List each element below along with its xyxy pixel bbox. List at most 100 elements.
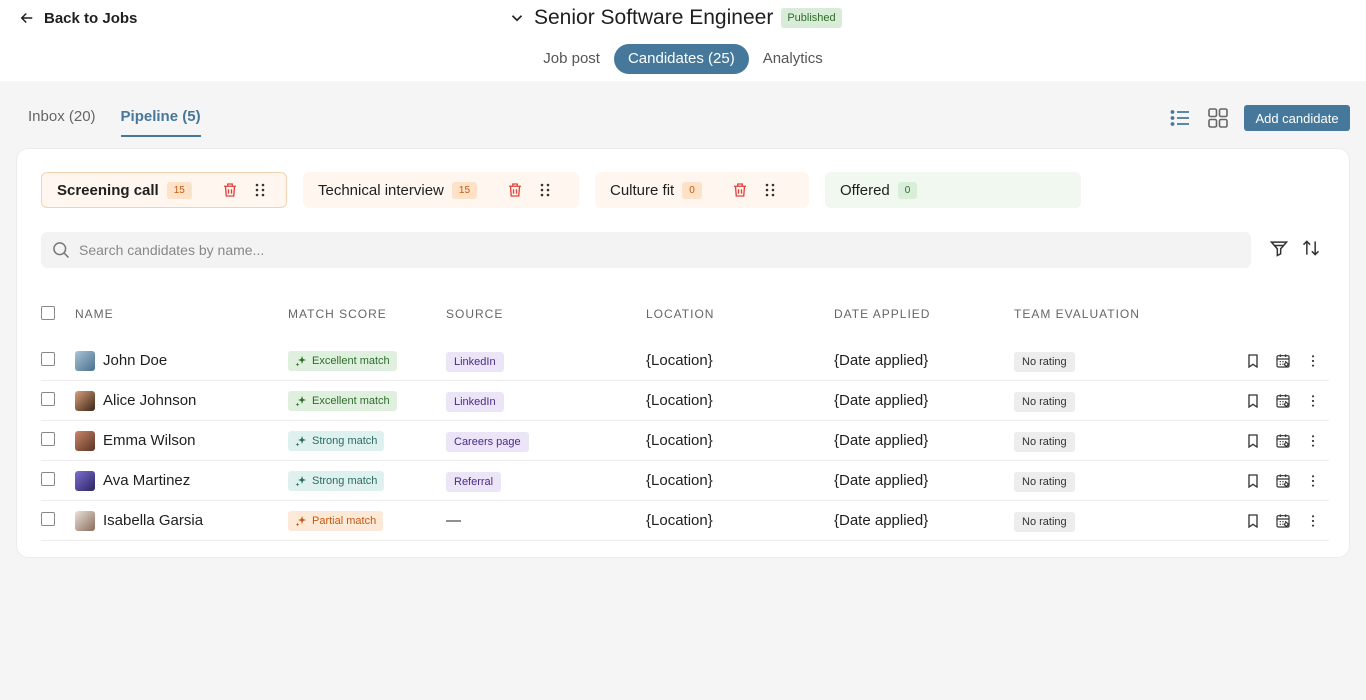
sort-icon[interactable] [1301, 238, 1321, 258]
table-row[interactable]: Alice Johnson Excellent match LinkedIn {… [41, 381, 1329, 421]
sparkle-icon [295, 475, 306, 486]
candidate-name[interactable]: Alice Johnson [103, 392, 196, 409]
candidate-name[interactable]: John Doe [103, 352, 167, 369]
trash-icon[interactable] [731, 181, 749, 199]
bookmark-icon[interactable] [1245, 353, 1261, 369]
back-to-jobs-link[interactable]: Back to Jobs [18, 9, 137, 27]
source-tag: LinkedIn [446, 352, 504, 372]
row-checkbox[interactable] [41, 511, 55, 526]
candidate-name[interactable]: Isabella Garsia [103, 512, 203, 529]
row-checkbox[interactable] [41, 431, 55, 446]
calendar-icon[interactable] [1275, 473, 1291, 489]
source-tag: Referral [446, 472, 502, 492]
pipeline-card: Screening call 15 Technical interview 15… [16, 148, 1350, 558]
date-applied-cell: {Date applied} [834, 472, 929, 489]
sparkle-icon [295, 395, 306, 406]
table-row[interactable]: Emma Wilson Strong match Careers page {L… [41, 421, 1329, 461]
list-view-icon[interactable] [1168, 106, 1192, 130]
source-tag: LinkedIn [446, 392, 504, 412]
grid-view-icon[interactable] [1206, 106, 1230, 130]
tab-inbox[interactable]: Inbox (20) [28, 108, 96, 137]
stage-offered[interactable]: Offered 0 [825, 172, 1081, 208]
stage-culture-fit[interactable]: Culture fit 0 [595, 172, 809, 208]
date-applied-cell: {Date applied} [834, 392, 929, 409]
select-all-checkbox[interactable] [41, 305, 55, 320]
row-checkbox[interactable] [41, 351, 55, 366]
column-header-source[interactable]: SOURCE [446, 307, 646, 321]
stage-screening-call[interactable]: Screening call 15 [41, 172, 287, 208]
top-tabs: Job post Candidates (25) Analytics [0, 44, 1366, 74]
more-options-icon[interactable] [1305, 353, 1321, 369]
sparkle-icon [295, 515, 306, 526]
rating-badge: No rating [1014, 392, 1075, 412]
calendar-icon[interactable] [1275, 393, 1291, 409]
row-checkbox[interactable] [41, 391, 55, 406]
stage-name: Culture fit [610, 181, 675, 199]
match-badge: Excellent match [288, 350, 397, 371]
add-candidate-button[interactable]: Add candidate [1244, 105, 1350, 131]
calendar-icon[interactable] [1275, 353, 1291, 369]
search-box [41, 232, 1251, 268]
table-row[interactable]: Isabella Garsia Partial match — {Locatio… [41, 501, 1329, 541]
more-options-icon[interactable] [1305, 393, 1321, 409]
calendar-icon[interactable] [1275, 433, 1291, 449]
source-tag: Careers page [446, 432, 529, 452]
match-badge: Strong match [288, 470, 385, 491]
location-cell: {Location} [646, 392, 713, 409]
filter-icon[interactable] [1269, 238, 1289, 258]
rating-badge: No rating [1014, 432, 1075, 452]
rating-badge: No rating [1014, 352, 1075, 372]
column-header-match-score[interactable]: MATCH SCORE [288, 307, 446, 321]
tab-job-post[interactable]: Job post [529, 44, 614, 74]
table-row[interactable]: Ava Martinez Strong match Referral {Loca… [41, 461, 1329, 501]
tab-pipeline[interactable]: Pipeline (5) [120, 108, 201, 137]
match-label: Partial match [312, 514, 377, 527]
match-badge: Partial match [288, 510, 384, 531]
search-icon [53, 242, 70, 259]
drag-handle-icon[interactable] [763, 182, 777, 198]
trash-icon[interactable] [221, 181, 239, 199]
rating-badge: No rating [1014, 472, 1075, 492]
sparkle-icon [295, 435, 306, 446]
location-cell: {Location} [646, 472, 713, 489]
column-header-name[interactable]: NAME [75, 307, 288, 321]
calendar-icon[interactable] [1275, 513, 1291, 529]
column-header-team-evaluation[interactable]: TEAM EVALUATION [1014, 307, 1234, 321]
candidate-name[interactable]: Ava Martinez [103, 472, 190, 489]
tab-candidates[interactable]: Candidates (25) [613, 44, 749, 74]
bookmark-icon[interactable] [1245, 513, 1261, 529]
more-options-icon[interactable] [1305, 433, 1321, 449]
column-header-date-applied[interactable]: DATE APPLIED [834, 307, 1014, 321]
date-applied-cell: {Date applied} [834, 432, 929, 449]
stage-name: Offered [840, 181, 890, 199]
bookmark-icon[interactable] [1245, 473, 1261, 489]
bookmark-icon[interactable] [1245, 393, 1261, 409]
match-label: Excellent match [312, 394, 390, 407]
search-input[interactable] [79, 242, 1179, 258]
candidate-name[interactable]: Emma Wilson [103, 432, 196, 449]
stage-technical-interview[interactable]: Technical interview 15 [303, 172, 579, 208]
row-checkbox[interactable] [41, 471, 55, 486]
match-label: Strong match [312, 434, 378, 447]
avatar [75, 390, 95, 411]
match-badge: Strong match [288, 430, 385, 451]
table-header: NAME MATCH SCORE SOURCE LOCATION DATE AP… [41, 299, 1329, 329]
bookmark-icon[interactable] [1245, 433, 1261, 449]
back-label: Back to Jobs [44, 9, 138, 27]
pipeline-subtabs: Inbox (20) Pipeline (5) [28, 108, 201, 137]
drag-handle-icon[interactable] [538, 182, 552, 198]
avatar [75, 350, 95, 371]
more-options-icon[interactable] [1305, 513, 1321, 529]
job-title-area: Senior Software Engineer Published [508, 6, 842, 30]
column-header-location[interactable]: LOCATION [646, 307, 834, 321]
date-applied-cell: {Date applied} [834, 512, 929, 529]
trash-icon[interactable] [506, 181, 524, 199]
chevron-down-icon[interactable] [508, 9, 526, 27]
view-toggle [1168, 106, 1230, 130]
tab-analytics[interactable]: Analytics [749, 44, 837, 74]
drag-handle-icon[interactable] [253, 182, 267, 198]
match-label: Excellent match [312, 354, 390, 367]
page-title: Senior Software Engineer [534, 6, 774, 29]
more-options-icon[interactable] [1305, 473, 1321, 489]
table-row[interactable]: John Doe Excellent match LinkedIn {Locat… [41, 341, 1329, 381]
